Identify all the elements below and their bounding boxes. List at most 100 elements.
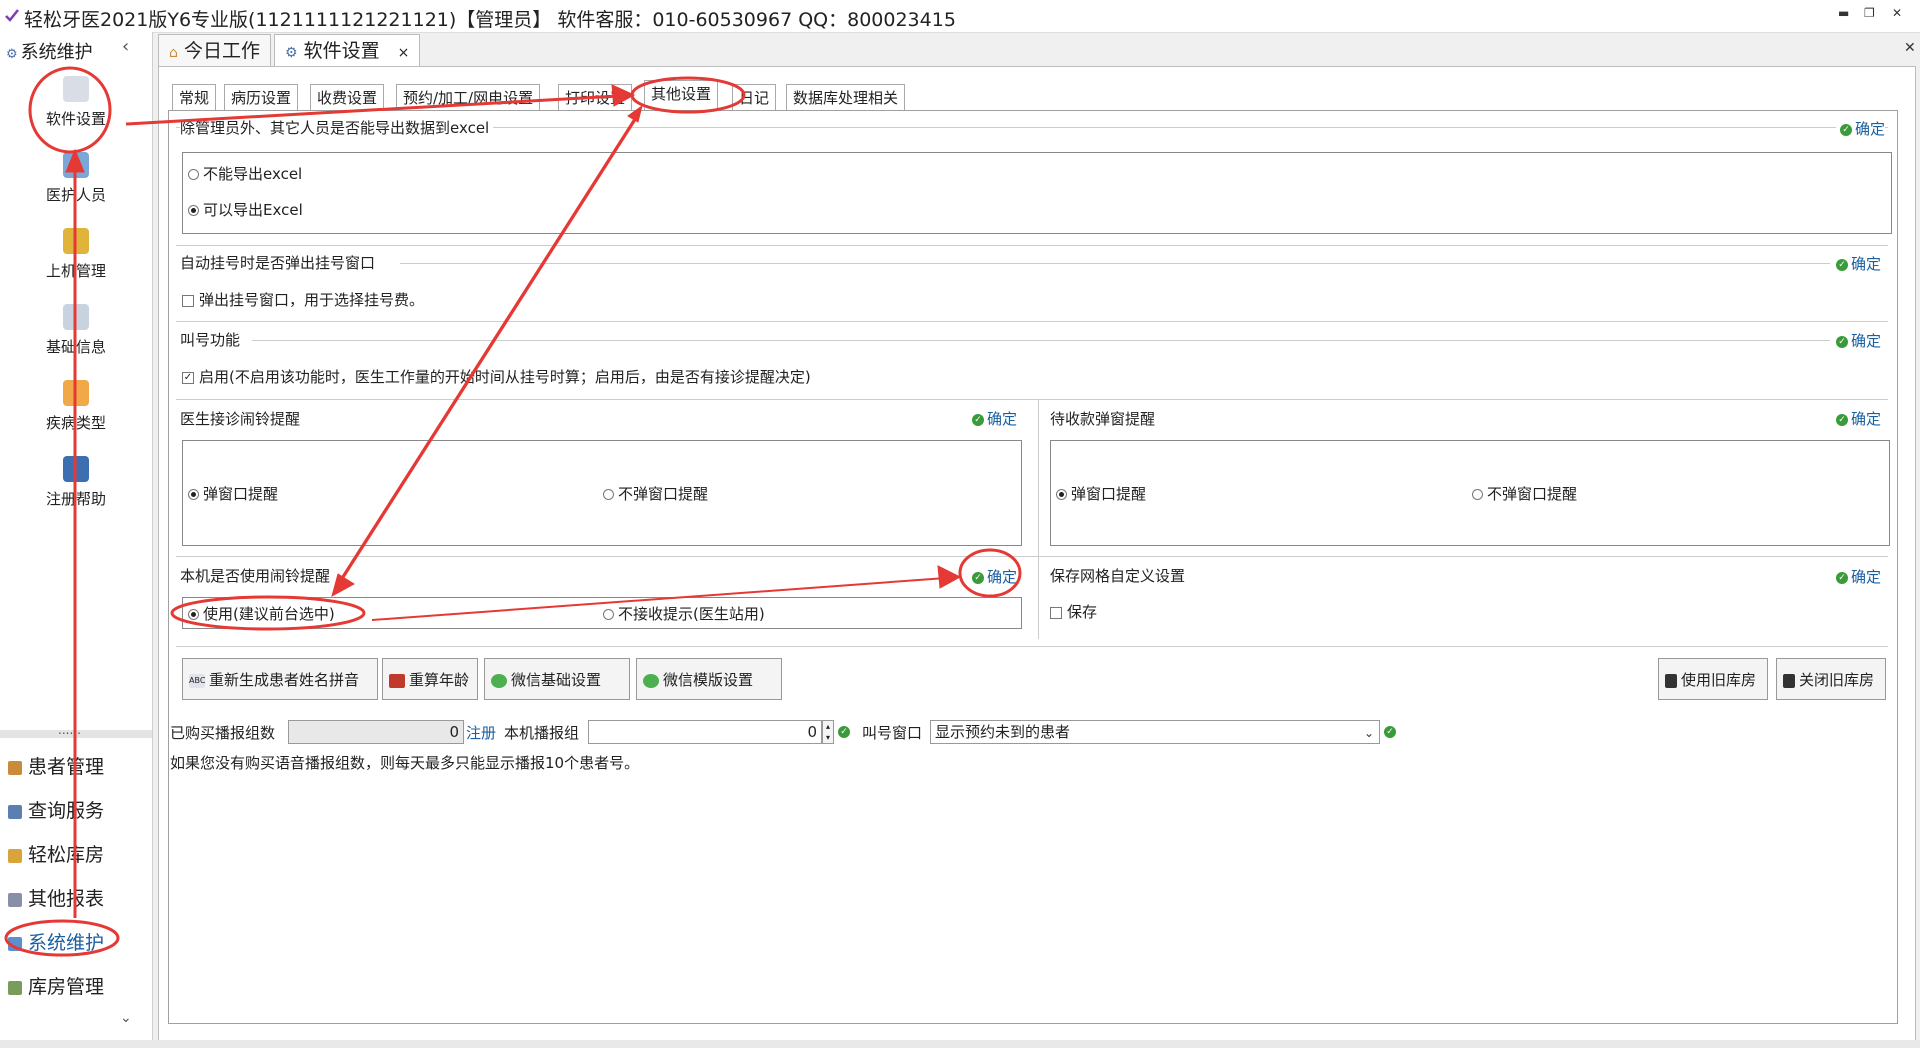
local-groups-field[interactable]: 0 bbox=[588, 720, 822, 744]
check-icon: ✓ bbox=[1836, 258, 1848, 271]
minimize-button[interactable]: ▬ bbox=[1838, 6, 1849, 20]
nav-system-maintenance[interactable]: 系统维护 bbox=[8, 928, 104, 955]
confirm-label: 确定 bbox=[987, 410, 1018, 428]
home-icon: ⌂ bbox=[169, 45, 178, 61]
sidebar-item-label: 软件设置 bbox=[45, 110, 106, 128]
sidebar-item-label: 注册帮助 bbox=[45, 490, 106, 508]
column-divider bbox=[1038, 399, 1039, 639]
copy-icon bbox=[1665, 673, 1677, 688]
radio-label: 弹窗口提醒 bbox=[203, 485, 279, 503]
checkbox-enable-call[interactable]: ✓ 启用(不启用该功能时，医生工作量的开始时间从挂号时算；启用后，由是否有接诊提醒… bbox=[182, 366, 811, 387]
button-label: 关闭旧库房 bbox=[1799, 671, 1875, 689]
help-icon bbox=[63, 456, 89, 482]
call-confirm-button[interactable]: ✓ 确定 bbox=[1836, 330, 1881, 351]
maximize-button[interactable]: ❐ bbox=[1864, 6, 1875, 20]
checkbox-icon bbox=[182, 294, 194, 307]
pending-payment-confirm-button[interactable]: ✓ 确定 bbox=[1836, 408, 1881, 429]
radio-no-bell[interactable]: 不接收提示(医生站用) bbox=[603, 603, 765, 624]
subtab-medical-record[interactable]: 病历设置 bbox=[224, 84, 299, 112]
subtab-appointment[interactable]: 预约/加工/网电设置 bbox=[396, 84, 541, 112]
register-link[interactable]: 注册 bbox=[466, 722, 496, 743]
confirm-label: 确定 bbox=[1851, 568, 1882, 586]
warehouse-icon bbox=[8, 980, 22, 995]
subtab-diary[interactable]: 日记 bbox=[732, 84, 777, 112]
radio-selected-icon bbox=[188, 609, 199, 620]
app-logo-icon bbox=[5, 9, 19, 22]
purchased-groups-label: 已购买播报组数 bbox=[170, 724, 276, 742]
radio-payment-popup[interactable]: 弹窗口提醒 bbox=[1056, 483, 1146, 504]
radio-label: 不能导出excel bbox=[203, 165, 303, 183]
radio-can-export[interactable]: 可以导出Excel bbox=[188, 199, 303, 220]
call-group-title: 叫号功能 bbox=[180, 329, 241, 350]
export-options-box bbox=[182, 152, 1892, 234]
splitter-dots: ...... bbox=[58, 723, 81, 737]
checkbox-save-grid[interactable]: 保存 bbox=[1050, 601, 1097, 622]
close-window-button[interactable]: ✕ bbox=[1892, 6, 1902, 20]
tab-today-work[interactable]: ⌂ 今日工作 bbox=[158, 34, 271, 67]
auto-popup-confirm-button[interactable]: ✓ 确定 bbox=[1836, 253, 1881, 274]
local-groups-confirm-icon[interactable]: ✓ bbox=[838, 722, 853, 740]
spinner-icon[interactable]: ▴ ▾ bbox=[822, 720, 834, 744]
sidebar-item-software-settings[interactable]: 软件设置 bbox=[6, 76, 146, 129]
recalc-age-button[interactable]: 重算年龄 bbox=[382, 658, 478, 700]
nav-query-service[interactable]: 查询服务 bbox=[8, 796, 104, 823]
sidebar-item-medical-staff[interactable]: 医护人员 bbox=[6, 152, 146, 205]
radio-cannot-export[interactable]: 不能导出excel bbox=[188, 163, 302, 184]
wechat-template-settings-button[interactable]: 微信模版设置 bbox=[636, 658, 782, 700]
radio-label: 不接收提示(医生站用) bbox=[618, 605, 765, 623]
close-tab-button[interactable]: × bbox=[398, 45, 410, 61]
nav-other-reports[interactable]: 其他报表 bbox=[8, 884, 104, 911]
tab-software-settings[interactable]: ⚙ 软件设置 × bbox=[274, 34, 421, 67]
radio-label: 可以导出Excel bbox=[203, 201, 303, 219]
radio-payment-no-popup[interactable]: 不弹窗口提醒 bbox=[1472, 483, 1577, 504]
doctor-bell-confirm-button[interactable]: ✓ 确定 bbox=[972, 408, 1017, 429]
radio-label: 弹窗口提醒 bbox=[1071, 485, 1147, 503]
close-old-warehouse-button[interactable]: 关闭旧库房 bbox=[1776, 658, 1886, 700]
nav-patient-management[interactable]: 患者管理 bbox=[8, 752, 104, 779]
radio-icon bbox=[1472, 489, 1483, 500]
export-confirm-button[interactable]: ✓ 确定 bbox=[1836, 118, 1886, 139]
collapse-sidebar-button[interactable]: ‹ bbox=[122, 36, 129, 57]
button-label: 微信模版设置 bbox=[663, 671, 754, 689]
subtab-billing[interactable]: 收费设置 bbox=[310, 84, 385, 112]
subtab-database[interactable]: 数据库处理相关 bbox=[786, 84, 906, 112]
nav-label: 其他报表 bbox=[28, 888, 105, 910]
button-label: 使用旧库房 bbox=[1681, 671, 1757, 689]
patients-icon bbox=[8, 760, 22, 775]
nav-warehouse-management[interactable]: 库房管理 bbox=[8, 972, 104, 999]
local-bell-confirm-button[interactable]: ✓ 确定 bbox=[972, 566, 1017, 587]
radio-label: 不弹窗口提醒 bbox=[618, 485, 709, 503]
sidebar-item-login-management[interactable]: 上机管理 bbox=[6, 228, 146, 281]
abc-icon: ABC bbox=[189, 673, 205, 688]
check-icon: ✓ bbox=[1836, 413, 1848, 426]
box-icon bbox=[8, 848, 22, 863]
close-all-tabs-button[interactable]: ✕ bbox=[1904, 40, 1916, 56]
call-window-confirm-icon[interactable]: ✓ bbox=[1384, 722, 1399, 740]
grid-confirm-button[interactable]: ✓ 确定 bbox=[1836, 566, 1881, 587]
radio-doctor-popup[interactable]: 弹窗口提醒 bbox=[188, 483, 278, 504]
wechat-icon bbox=[643, 673, 659, 688]
sidebar-item-registration-help[interactable]: 注册帮助 bbox=[6, 456, 146, 509]
scroll-down-button[interactable]: ⌄ bbox=[120, 1010, 132, 1026]
call-window-select[interactable]: 显示预约未到的患者 bbox=[930, 720, 1380, 744]
check-icon: ✓ bbox=[1384, 725, 1396, 738]
dropdown-arrow-icon[interactable]: ⌄ bbox=[1364, 726, 1374, 740]
subtab-general[interactable]: 常规 bbox=[172, 84, 217, 112]
group-line bbox=[252, 340, 1830, 341]
doctor-bell-options-box bbox=[182, 440, 1022, 546]
nav-label: 轻松库房 bbox=[28, 844, 105, 866]
confirm-label: 确定 bbox=[987, 568, 1018, 586]
radio-use-bell[interactable]: 使用(建议前台选中) bbox=[188, 603, 335, 624]
nav-easy-warehouse[interactable]: 轻松库房 bbox=[8, 840, 104, 867]
wechat-basic-settings-button[interactable]: 微信基础设置 bbox=[484, 658, 630, 700]
subtab-other-settings[interactable]: 其他设置 bbox=[644, 80, 719, 112]
sidebar-item-basic-info[interactable]: 基础信息 bbox=[6, 304, 146, 357]
radio-label: 使用(建议前台选中) bbox=[203, 605, 335, 623]
regen-pinyin-button[interactable]: ABC 重新生成患者姓名拼音 bbox=[182, 658, 378, 700]
checkbox-popup-registration[interactable]: 弹出挂号窗口，用于选择挂号费。 bbox=[182, 289, 424, 310]
use-old-warehouse-button[interactable]: 使用旧库房 bbox=[1658, 658, 1768, 700]
sidebar-item-disease-types[interactable]: 疾病类型 bbox=[6, 380, 146, 433]
radio-selected-icon bbox=[1056, 489, 1067, 500]
subtab-print[interactable]: 打印设置 bbox=[558, 84, 633, 112]
radio-doctor-no-popup[interactable]: 不弹窗口提醒 bbox=[603, 483, 708, 504]
